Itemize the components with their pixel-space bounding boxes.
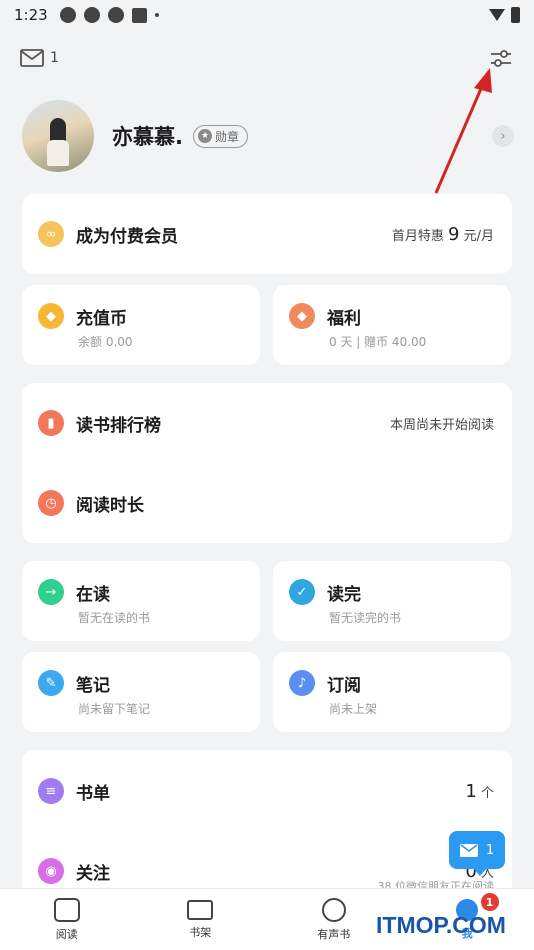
coins-balance: 余额 0.00 [78,335,133,349]
follow-title: 关注 [76,863,110,884]
nav-bookshelf[interactable]: 书架 [134,889,268,950]
chevron-right-icon[interactable]: › [492,125,514,147]
play-icon [321,897,346,922]
nav-label: 阅读 [55,927,78,941]
booklist-count: 1 个 [465,780,494,802]
social-card: ≡ 书单 1 个 ◉ 关注 0 人 38 位微信朋友正在阅读 [22,750,512,900]
finished-sub: 暂无读完的书 [329,611,402,625]
notes-card[interactable]: ✎ 笔记 尚未留下笔记 [22,652,260,732]
infinity-icon: ∞ [38,221,64,247]
booklist-title: 书单 [76,783,110,804]
nav-label: 书架 [189,925,212,939]
nav-label: 有声书 [317,927,351,941]
reading-title: 在读 [76,584,110,605]
star-icon: ★ [197,129,212,143]
notes-sub: 尚未留下笔记 [78,702,151,716]
vip-card[interactable]: ∞ 成为付费会员 首月特惠 9 元/月 [22,194,512,274]
username: 亦慕慕. [112,125,183,149]
subscribe-title: 订阅 [327,675,361,696]
welfare-card[interactable]: ◆ 福利 0 天 | 赠币 40.00 [273,285,511,365]
bookshelf-icon [187,899,214,920]
watermark: ITMOP.COM [376,912,506,938]
ranking-title: 读书排行榜 [76,415,161,436]
badge-label: 勋章 [214,129,239,144]
finished-card[interactable]: ✓ 读完 暂无读完的书 [273,561,511,641]
floating-message-button[interactable]: 1 [449,831,505,876]
duration-row[interactable]: ◷ 阅读时长 [38,490,494,516]
bar-chart-icon: ▮ [38,410,64,436]
booklist-row[interactable]: ≡ 书单 1 个 [38,778,494,804]
nav-reading[interactable]: 阅读 [0,889,134,950]
mail-icon [459,843,478,857]
profile-header[interactable]: 亦慕慕. ★ 勋章 › [22,100,514,172]
coin-icon: ◆ [38,303,64,329]
coins-title: 充值币 [76,308,127,329]
badge-button[interactable]: ★ 勋章 [192,124,248,148]
subscribe-card[interactable]: ♪ 订阅 尚未上架 [273,652,511,732]
notes-title: 笔记 [76,675,110,696]
avatar[interactable] [22,100,94,172]
finished-title: 读完 [327,584,361,605]
diamond-icon: ◆ [289,303,315,329]
reading-card[interactable]: → 在读 暂无在读的书 [22,561,260,641]
subscribe-sub: 尚未上架 [329,702,378,716]
nav-badge: 1 [480,893,499,911]
coins-card[interactable]: ◆ 充值币 余额 0.00 [22,285,260,365]
vip-promo: 首月特惠 9 元/月 [391,223,494,245]
welfare-sub: 0 天 | 赠币 40.00 [329,335,427,349]
feather-icon: ✎ [38,670,64,696]
eye-icon: ◉ [38,858,64,884]
stats-card: ▮ 读书排行榜 本周尚未开始阅读 ◷ 阅读时长 [22,383,512,543]
arrow-right-icon: → [38,579,64,605]
reading-sub: 暂无在读的书 [78,611,151,625]
book-icon [53,897,80,922]
floating-message-count: 1 [485,842,495,858]
welfare-title: 福利 [327,308,361,329]
duration-title: 阅读时长 [76,495,144,516]
list-icon: ≡ [38,778,64,804]
clock-icon: ◷ [38,490,64,516]
vip-title: 成为付费会员 [76,226,178,247]
ranking-row[interactable]: ▮ 读书排行榜 本周尚未开始阅读 [38,410,494,436]
ranking-status: 本周尚未开始阅读 [389,417,494,433]
checkmark-icon: ✓ [289,579,315,605]
bell-icon: ♪ [289,670,315,696]
